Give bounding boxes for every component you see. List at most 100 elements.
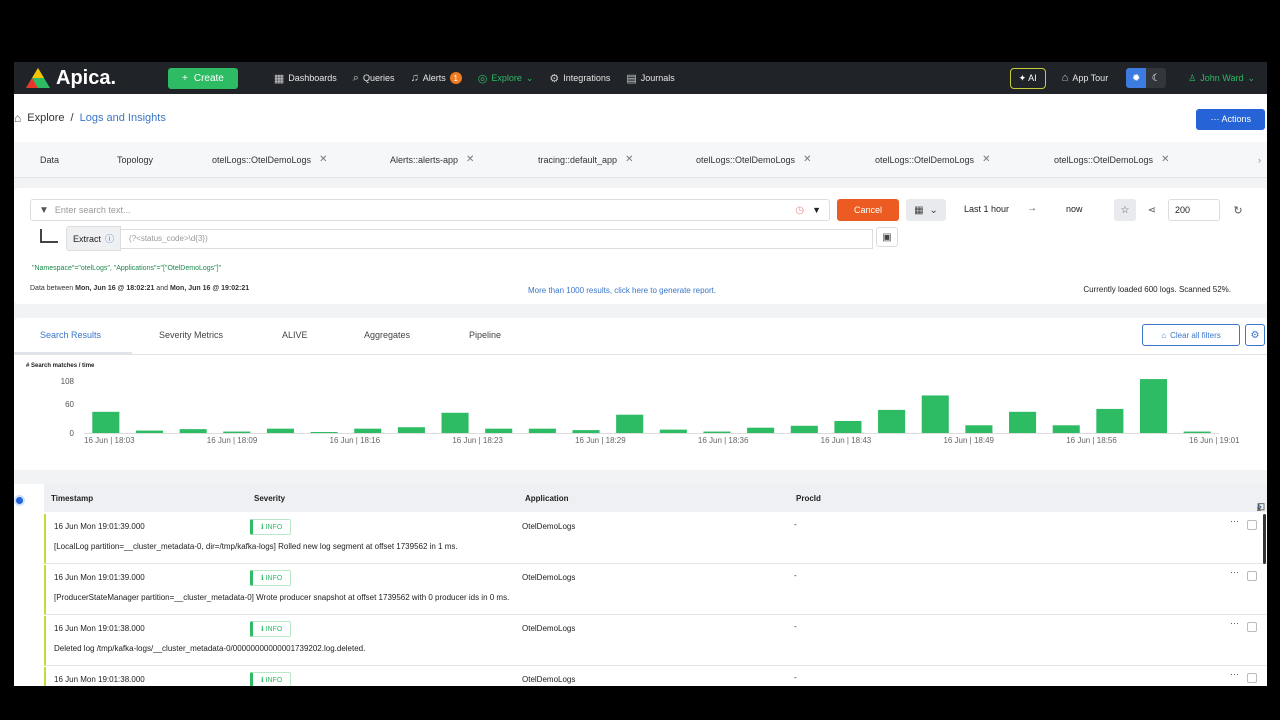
chart-bar[interactable] xyxy=(834,420,862,433)
column-header-timestamp[interactable]: Timestamp xyxy=(51,494,93,503)
tab-oteldemologs[interactable]: otelLogs::OtelDemoLogs ✕ xyxy=(875,154,990,165)
row-checkbox[interactable] xyxy=(1247,571,1257,581)
chart-bar[interactable] xyxy=(135,430,164,433)
extract-apply-icon[interactable]: ▣ xyxy=(876,227,898,247)
chart-bar[interactable] xyxy=(92,411,120,433)
close-icon[interactable]: ✕ xyxy=(1161,154,1169,165)
column-header-severity[interactable]: Severity xyxy=(254,494,285,503)
refresh-icon[interactable]: ↻ xyxy=(1227,199,1249,221)
chart-bar[interactable] xyxy=(790,425,818,433)
chart-bar[interactable] xyxy=(1009,411,1037,433)
chart-bar[interactable] xyxy=(179,429,207,433)
close-icon[interactable]: ✕ xyxy=(982,154,990,165)
chart-bar[interactable] xyxy=(1096,408,1124,433)
chart-bar[interactable] xyxy=(747,427,775,433)
chart-bar[interactable] xyxy=(659,429,687,433)
time-range-from[interactable]: Last 1 hour xyxy=(964,204,1009,214)
chart-bar[interactable] xyxy=(703,431,731,433)
table-row[interactable]: 16 Jun Mon 19:01:38.000 ℹ INFO OtelDemoL… xyxy=(44,616,1267,666)
chart-bar[interactable] xyxy=(572,430,600,433)
result-limit-input[interactable]: 200 xyxy=(1168,199,1220,221)
chart-bar[interactable] xyxy=(354,428,382,433)
share-icon[interactable]: ⋖ xyxy=(1141,199,1163,221)
more-options-icon[interactable]: ⋯ xyxy=(1230,618,1239,629)
live-indicator-dot[interactable] xyxy=(14,495,25,506)
date-picker-button[interactable]: ▦ ⌄ xyxy=(906,199,946,221)
table-scrollbar[interactable] xyxy=(1263,514,1266,564)
nav-dashboards[interactable]: ▦ Dashboards xyxy=(274,72,337,85)
clear-filters-button[interactable]: ⌂ Clear all filters xyxy=(1142,324,1240,346)
chart-bar[interactable] xyxy=(878,409,906,433)
nav-alerts[interactable]: ♫ Alerts 1 xyxy=(410,72,462,84)
breadcrumb-root[interactable]: Explore xyxy=(27,112,64,124)
chart-bar[interactable] xyxy=(485,428,513,433)
column-header-application[interactable]: Application xyxy=(525,494,569,503)
chart-bar[interactable] xyxy=(1052,425,1080,433)
tab-tracing[interactable]: tracing::default_app ✕ xyxy=(538,154,633,165)
nav-journals[interactable]: ▤ Journals xyxy=(626,72,674,85)
chart-bar[interactable] xyxy=(1183,431,1211,433)
favorite-star-icon[interactable]: ☆ xyxy=(1114,199,1136,221)
tab-oteldemologs[interactable]: otelLogs::OtelDemoLogs ✕ xyxy=(696,154,811,165)
actions-button[interactable]: ⋯ Actions xyxy=(1196,109,1265,130)
apica-logo[interactable]: Apica. xyxy=(26,67,146,90)
help-icon[interactable]: ⓘ xyxy=(105,232,114,245)
close-icon[interactable]: ✕ xyxy=(625,154,633,165)
chart-bar[interactable] xyxy=(965,425,993,433)
select-all-checkbox[interactable]: ☐ xyxy=(1257,502,1265,513)
tab-topology[interactable]: Topology xyxy=(117,155,153,165)
close-icon[interactable]: ✕ xyxy=(803,154,811,165)
row-checkbox[interactable] xyxy=(1247,520,1257,530)
search-input[interactable]: ▼ Enter search text... ◷ ▼ xyxy=(30,199,830,221)
theme-toggle[interactable]: ✹ ☾ xyxy=(1126,68,1167,88)
table-row[interactable]: 16 Jun Mon 19:01:39.000 ℹ INFO OtelDemoL… xyxy=(44,514,1267,564)
chart-bar[interactable] xyxy=(441,412,469,433)
row-checkbox[interactable] xyxy=(1247,622,1257,632)
home-icon[interactable]: ⌂ xyxy=(14,111,21,125)
create-button[interactable]: + Create xyxy=(168,67,238,89)
row-checkbox[interactable] xyxy=(1247,673,1257,683)
chart-bar[interactable] xyxy=(397,427,425,433)
extract-input[interactable]: (?<status_code>\d{3}) xyxy=(121,228,874,249)
user-menu[interactable]: ♙ John Ward ⌄ xyxy=(1188,73,1255,84)
moon-icon[interactable]: ☾ xyxy=(1146,68,1167,88)
more-options-icon[interactable]: ⋯ xyxy=(1230,669,1239,680)
chart-bar[interactable] xyxy=(310,432,338,433)
tab-oteldemologs[interactable]: otelLogs::OtelDemoLogs ✕ xyxy=(1054,154,1169,165)
tab-aggregates[interactable]: Aggregates xyxy=(364,330,410,340)
tab-pipeline[interactable]: Pipeline xyxy=(469,330,501,340)
tab-oteldemologs[interactable]: otelLogs::OtelDemoLogs ✕ xyxy=(212,154,327,165)
chart-bar[interactable] xyxy=(528,428,556,433)
close-icon[interactable]: ✕ xyxy=(466,154,474,165)
table-row[interactable]: 16 Jun Mon 19:01:38.000 ℹ INFO OtelDemoL… xyxy=(44,667,1267,686)
app-tour-button[interactable]: ⌂ App Tour xyxy=(1062,72,1109,84)
generate-report-link[interactable]: More than 1000 results, click here to ge… xyxy=(528,286,716,295)
table-row[interactable]: 16 Jun Mon 19:01:39.000 ℹ INFO OtelDemoL… xyxy=(44,565,1267,615)
close-icon[interactable]: ✕ xyxy=(319,154,327,165)
nav-explore[interactable]: ◎ Explore ⌄ xyxy=(478,72,534,85)
chart-bar[interactable] xyxy=(921,395,949,433)
chart-bar[interactable] xyxy=(223,431,251,433)
cancel-button[interactable]: Cancel xyxy=(837,199,899,221)
chart-bar[interactable] xyxy=(266,428,294,433)
more-options-icon[interactable]: ⋯ xyxy=(1230,567,1239,578)
tab-search-results[interactable]: Search Results xyxy=(40,330,101,340)
breadcrumb-current[interactable]: Logs and Insights xyxy=(80,112,166,124)
tab-severity-metrics[interactable]: Severity Metrics xyxy=(159,330,223,340)
time-range-to[interactable]: now xyxy=(1066,204,1083,214)
more-options-icon[interactable]: ⋯ xyxy=(1230,516,1239,527)
chart-bar[interactable] xyxy=(616,414,644,433)
caret-down-icon[interactable]: ▼ xyxy=(812,205,821,215)
history-icon[interactable]: ◷ xyxy=(795,205,804,216)
tabs-scroll-right-icon[interactable]: › xyxy=(1258,155,1261,165)
tab-alive[interactable]: ALIVE xyxy=(282,330,308,340)
tab-data[interactable]: Data xyxy=(40,155,59,165)
ai-button[interactable]: ✦ AI xyxy=(1009,67,1046,89)
column-header-procid[interactable]: ProcId xyxy=(796,494,821,503)
nav-integrations[interactable]: ⚙ Integrations xyxy=(549,72,610,85)
tab-alerts-app[interactable]: Alerts::alerts-app ✕ xyxy=(390,154,474,165)
nav-queries[interactable]: ⌕ Queries xyxy=(353,72,395,85)
settings-gear-icon[interactable]: ⚙ xyxy=(1245,324,1265,346)
sun-icon[interactable]: ✹ xyxy=(1126,68,1147,88)
chart-bar[interactable] xyxy=(1139,379,1168,433)
